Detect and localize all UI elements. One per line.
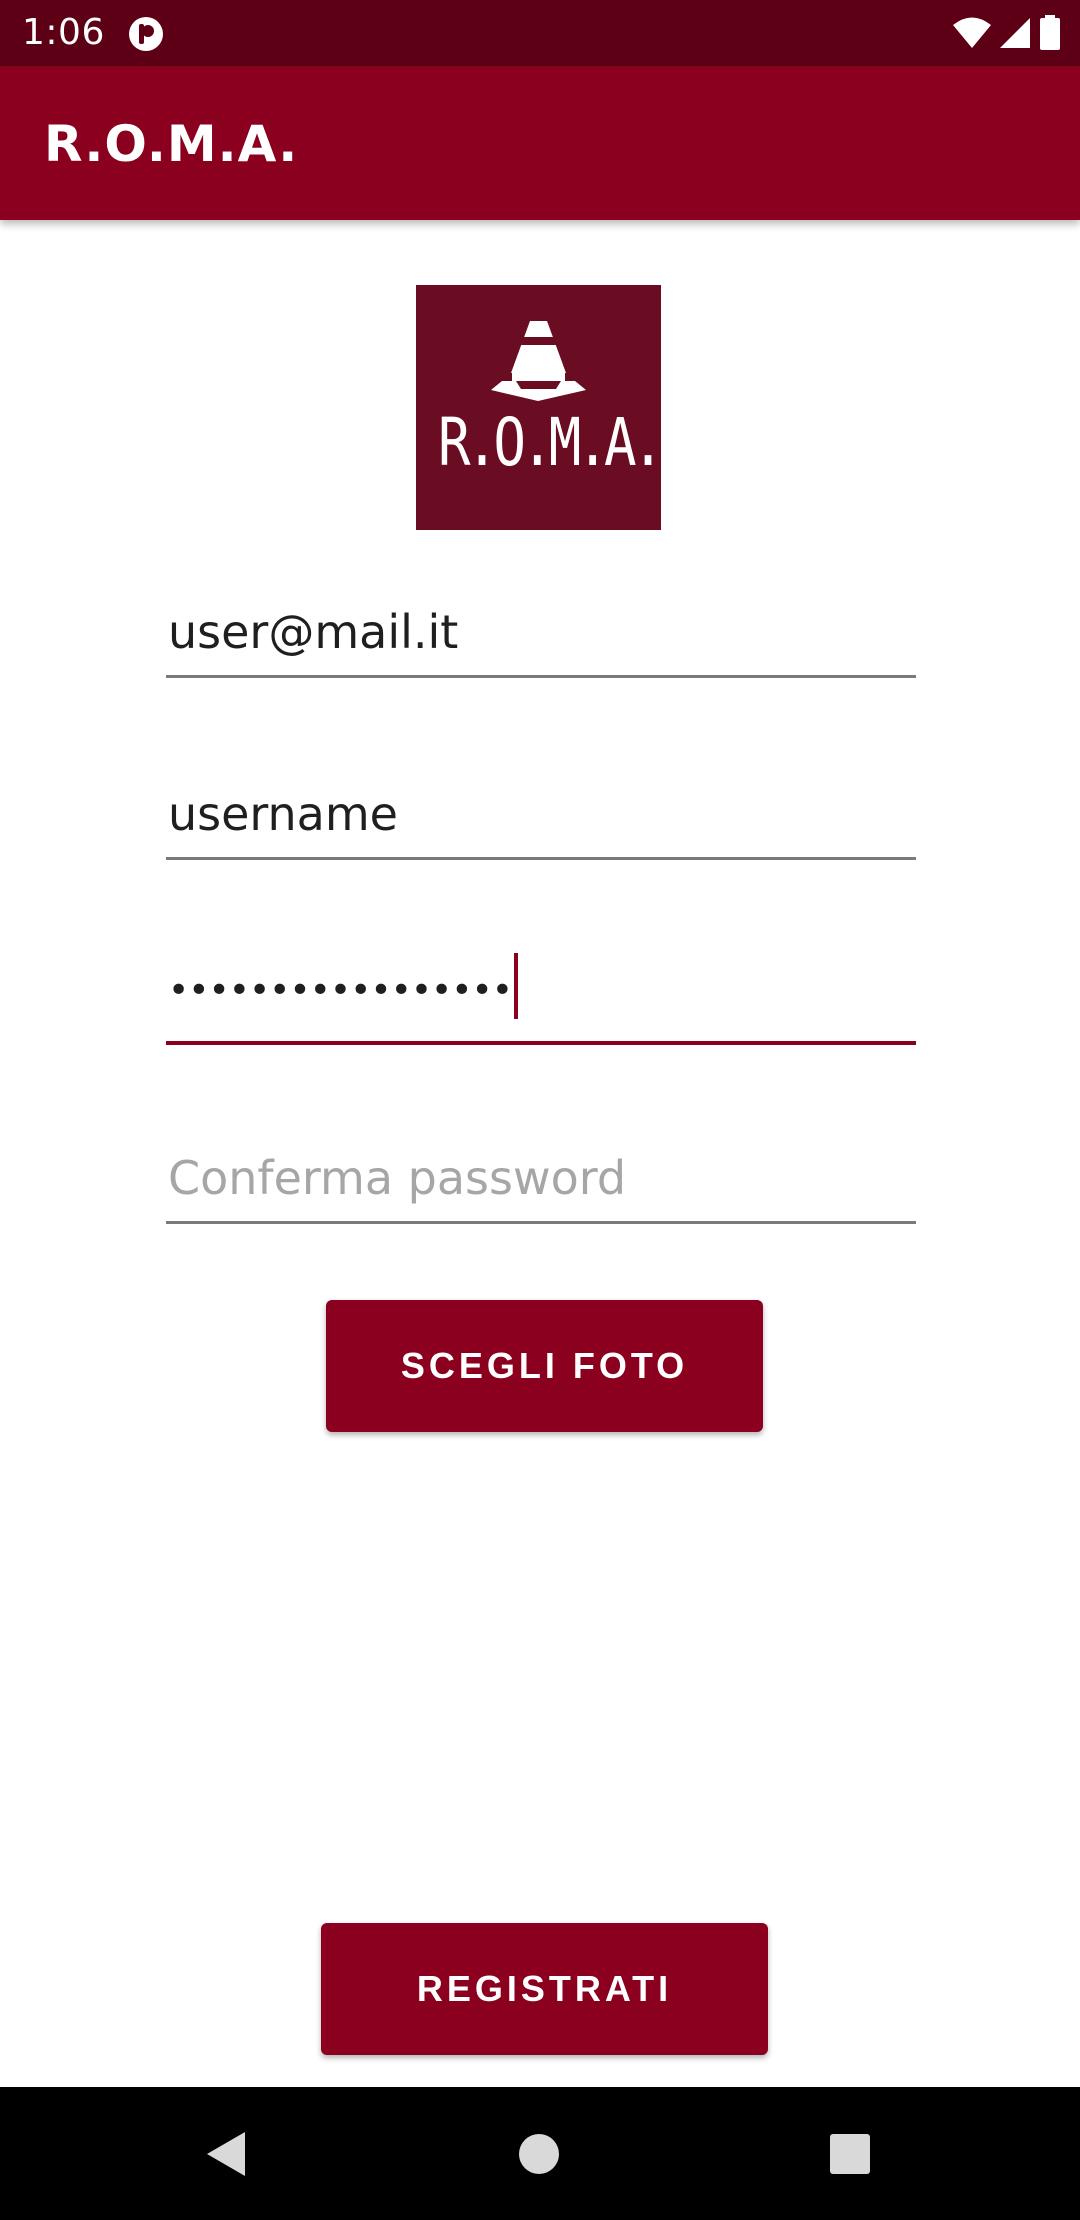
confirm-password-placeholder: Conferma password	[168, 1151, 627, 1205]
email-value: user@mail.it	[168, 605, 459, 659]
password-value-wrap: •••••••••••••••••	[168, 953, 518, 1025]
recents-icon	[830, 2133, 870, 2174]
username-underline	[166, 857, 916, 860]
username-field[interactable]: username	[166, 770, 916, 860]
status-time: 1:06	[22, 12, 105, 53]
username-value: username	[168, 787, 398, 841]
traffic-cone-icon	[491, 321, 586, 401]
app-bar: R.O.M.A.	[0, 66, 1080, 220]
back-icon	[207, 2131, 245, 2176]
back-button[interactable]	[167, 2087, 287, 2220]
navigation-bar	[0, 2087, 1080, 2220]
register-button[interactable]: REGISTRATI	[321, 1923, 768, 2055]
app-title: R.O.M.A.	[44, 115, 299, 173]
notification-icon	[129, 17, 163, 51]
home-button[interactable]	[479, 2087, 599, 2220]
choose-photo-button[interactable]: SCEGLI FOTO	[326, 1300, 763, 1432]
wifi-icon	[953, 17, 991, 48]
status-icons	[952, 14, 1062, 52]
confirm-password-underline	[166, 1221, 916, 1224]
battery-icon	[1040, 15, 1060, 50]
password-value: •••••••••••••••••	[168, 970, 513, 1011]
text-cursor	[513, 953, 518, 1019]
app-logo: R.O.M.A.	[416, 285, 664, 530]
confirm-password-field[interactable]: Conferma password	[166, 1134, 916, 1224]
logo-text: R.O.M.A.	[438, 404, 664, 481]
status-bar: 1:06	[0, 0, 1080, 66]
signal-icon	[1000, 18, 1030, 48]
password-underline	[166, 1041, 916, 1045]
recents-button[interactable]	[790, 2087, 910, 2220]
home-icon	[519, 2133, 559, 2174]
email-field[interactable]: user@mail.it	[166, 588, 916, 678]
password-field[interactable]: •••••••••••••••••	[166, 953, 916, 1045]
email-underline	[166, 675, 916, 678]
